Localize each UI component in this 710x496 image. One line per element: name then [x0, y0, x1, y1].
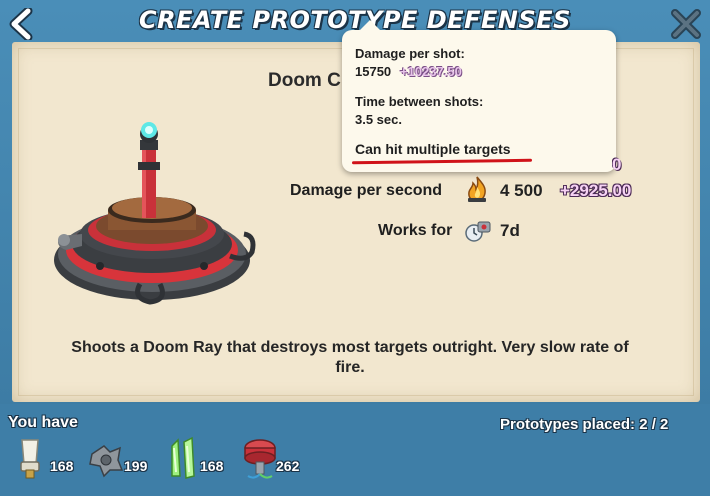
- damage-per-shot-value: 15750: [355, 64, 392, 79]
- resource-count: 199: [124, 458, 148, 474]
- stone-fuse-icon: [20, 439, 40, 479]
- damage-per-shot-bonus: +10237.50: [400, 64, 462, 79]
- defense-description: Shoots a Doom Ray that destroys most tar…: [71, 339, 629, 376]
- close-icon[interactable]: [670, 8, 702, 40]
- green-crystal-icon: [171, 436, 195, 479]
- you-have-label: You have: [8, 414, 78, 431]
- stats-tooltip: Damage per shot: 15750 +10237.50 Time be…: [342, 20, 616, 172]
- resource-count: 262: [276, 458, 300, 474]
- prototypes-placed-counter: Prototypes placed: 2 / 2: [500, 416, 669, 433]
- time-between-shots-label: Time between shots:: [355, 94, 484, 109]
- red-dial-icon: [244, 439, 276, 479]
- partially-hidden-bonus: 0: [612, 155, 622, 174]
- damage-per-shot-label: Damage per shot:: [355, 46, 465, 61]
- resource-count: 168: [50, 458, 74, 474]
- dps-value: 4 500: [500, 181, 543, 200]
- time-between-shots-value: 3.5 sec.: [355, 112, 402, 127]
- works-for-label: Works for: [378, 222, 453, 239]
- iron-gear-icon: [89, 445, 124, 478]
- prototype-timer-icon: [465, 221, 491, 242]
- fire-icon: [468, 176, 486, 202]
- multi-target-note: Can hit multiple targets: [355, 141, 511, 157]
- dps-bonus: +2925.00: [560, 181, 632, 200]
- doom-cannon-image: [54, 122, 256, 305]
- works-for-value: 7d: [500, 221, 520, 240]
- resource-count: 168: [200, 458, 224, 474]
- defense-name: Doom C: [268, 70, 341, 91]
- highlight-underline: [351, 158, 533, 165]
- dps-label: Damage per second: [290, 182, 443, 199]
- back-arrow-icon[interactable]: [6, 8, 34, 40]
